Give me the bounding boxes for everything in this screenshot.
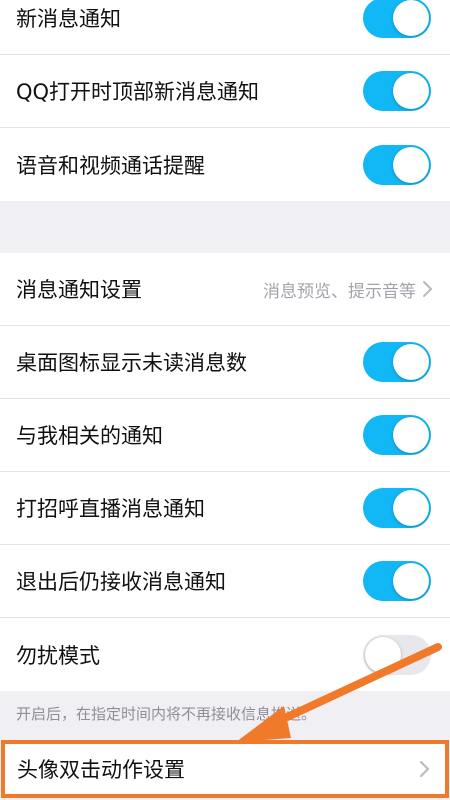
row-label: 新消息通知 bbox=[16, 7, 121, 31]
row-label: 打招呼直播消息通知 bbox=[16, 497, 205, 521]
row-related-to-me-notification[interactable]: 与我相关的通知 bbox=[0, 399, 450, 472]
new-message-toggle[interactable] bbox=[363, 0, 431, 38]
toggle-knob bbox=[393, 73, 429, 109]
row-label: 退出后仍接收消息通知 bbox=[16, 570, 226, 594]
toggle-knob bbox=[393, 490, 429, 526]
toggle-knob bbox=[393, 344, 429, 380]
do-not-disturb-toggle[interactable] bbox=[363, 634, 431, 675]
row-avatar-double-tap-settings[interactable]: 头像双击动作设置 bbox=[1, 740, 449, 798]
row-label: QQ打开时顶部新消息通知 bbox=[16, 80, 260, 104]
row-do-not-disturb[interactable]: 勿扰模式 bbox=[0, 618, 450, 691]
toggle-knob bbox=[393, 146, 429, 183]
toggle-knob bbox=[393, 563, 429, 599]
toggle-knob bbox=[393, 0, 429, 36]
chevron-right-icon bbox=[420, 761, 429, 777]
row-label: 与我相关的通知 bbox=[16, 424, 163, 448]
row-new-message-notification[interactable]: 新消息通知 bbox=[0, 0, 450, 55]
receive-after-exit-toggle[interactable] bbox=[363, 561, 431, 601]
row-label: 头像双击动作设置 bbox=[17, 758, 185, 782]
toggle-knob bbox=[393, 417, 429, 453]
voice-video-call-toggle[interactable] bbox=[363, 144, 431, 185]
greeting-live-toggle[interactable] bbox=[363, 488, 431, 528]
related-to-me-toggle[interactable] bbox=[363, 415, 431, 455]
chevron-right-icon bbox=[423, 281, 432, 297]
notification-group-2: 消息通知设置 消息预览、提示音等 桌面图标显示未读消息数 与我相关的通知 打招呼… bbox=[0, 253, 450, 691]
row-label: 勿扰模式 bbox=[16, 643, 100, 668]
desktop-icon-unread-toggle[interactable] bbox=[363, 342, 431, 382]
row-qq-open-top-notification[interactable]: QQ打开时顶部新消息通知 bbox=[0, 55, 450, 128]
row-desktop-icon-unread-count[interactable]: 桌面图标显示未读消息数 bbox=[0, 326, 450, 399]
row-label: 消息通知设置 bbox=[16, 278, 142, 302]
notification-settings-detail: 消息预览、提示音等 bbox=[263, 281, 416, 302]
row-message-notification-settings[interactable]: 消息通知设置 消息预览、提示音等 bbox=[0, 253, 450, 326]
notification-group-1: 新消息通知 QQ打开时顶部新消息通知 语音和视频通话提醒 bbox=[0, 0, 450, 201]
settings-page: 新消息通知 QQ打开时顶部新消息通知 语音和视频通话提醒 消息通知设置 消息预览… bbox=[0, 0, 450, 800]
qq-open-top-notification-toggle[interactable] bbox=[363, 71, 431, 111]
row-greeting-live-notification[interactable]: 打招呼直播消息通知 bbox=[0, 472, 450, 545]
row-receive-after-exit[interactable]: 退出后仍接收消息通知 bbox=[0, 545, 450, 618]
section-gap bbox=[0, 201, 450, 253]
toggle-knob bbox=[365, 636, 401, 673]
row-label: 语音和视频通话提醒 bbox=[16, 153, 205, 178]
row-voice-video-call-reminder[interactable]: 语音和视频通话提醒 bbox=[0, 128, 450, 201]
row-label: 桌面图标显示未读消息数 bbox=[16, 351, 247, 375]
